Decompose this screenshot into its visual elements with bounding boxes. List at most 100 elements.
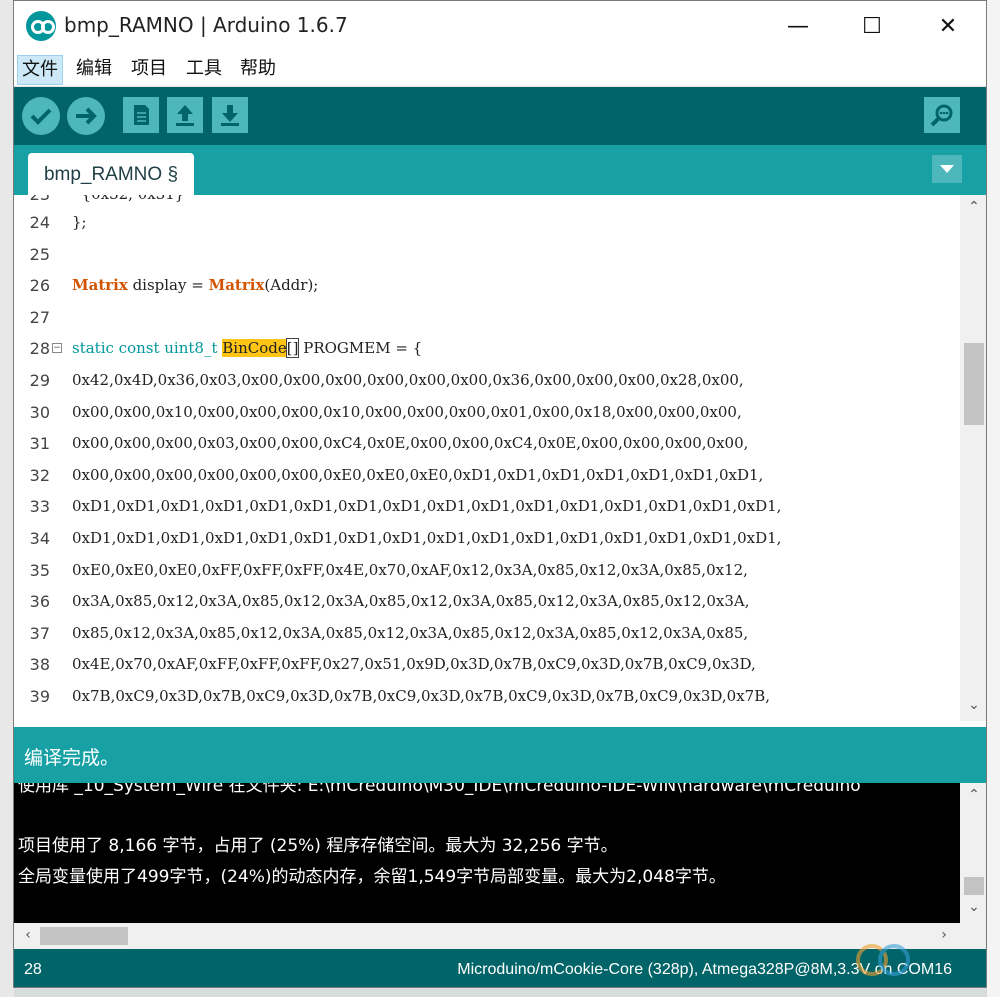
scrollbar-thumb[interactable] (964, 877, 984, 895)
upload-button[interactable] (67, 97, 105, 135)
code-text: 0x00,0x00,0x10,0x00,0x00,0x00,0x10,0x00,… (72, 402, 742, 421)
console-output: 使用库 _10_System_Wire 在文件夹: E:\mCreduino\M… (14, 783, 960, 923)
code-token: (Addr); (264, 276, 319, 295)
code-line: 24 }; (14, 207, 960, 239)
code-text: 0x3A,0x85,0x12,0x3A,0x85,0x12,0x3A,0x85,… (72, 592, 750, 611)
line-number: 29 (29, 371, 50, 390)
open-icon (176, 105, 194, 126)
scrollbar-thumb[interactable] (40, 927, 128, 945)
code-text: 0x4E,0x70,0xAF,0xFF,0xFF,0xFF,0x27,0x51,… (72, 655, 756, 674)
code-text: 0x7B,0xC9,0x3D,0x7B,0xC9,0x3D,0x7B,0xC9,… (72, 687, 771, 705)
minimize-button[interactable]: — (776, 9, 820, 45)
code-line: 28 − static const uint8_t BinCode[] PROG… (14, 333, 960, 365)
code-text: 0x85,0x12,0x3A,0x85,0x12,0x3A,0x85,0x12,… (72, 623, 749, 642)
maximize-button[interactable]: ☐ (850, 9, 894, 45)
line-number: 27 (29, 307, 50, 327)
keyword-token: uint8_t (159, 339, 218, 358)
menu-edit[interactable]: 编辑 (72, 55, 116, 83)
menu-file[interactable]: 文件 (17, 55, 63, 85)
line-number: 33 (29, 497, 50, 517)
code-text: 0x42,0x4D,0x36,0x03,0x00,0x00,0x00,0x00,… (72, 371, 744, 389)
line-number: 39 (29, 687, 50, 706)
line-number: 36 (29, 592, 50, 612)
menu-tools[interactable]: 工具 (182, 55, 226, 83)
code-line: 35 0xE0,0xE0,0xE0,0xFF,0xFF,0xFF,0x4E,0x… (14, 555, 960, 587)
line-number: 40 (26, 713, 50, 721)
menu-help[interactable]: 帮助 (236, 55, 280, 83)
code-token: PROGMEM = { (298, 339, 423, 358)
title-bar: bmp_RAMNO | Arduino 1.6.7 — ☐ ✕ (14, 1, 986, 52)
toolbar (14, 87, 986, 145)
editor-scrollbar[interactable]: ⌃ ⌄ (960, 195, 986, 721)
status-bar: 编译完成。 (14, 727, 986, 783)
upload-icon (76, 107, 97, 125)
code-line: 31 0x00,0x00,0x00,0x03,0x00,0x00,0xC4,0x… (14, 428, 960, 460)
line-number: 34 (29, 529, 50, 548)
scroll-down-icon[interactable]: ⌄ (964, 697, 984, 713)
tab-bmp-ramno[interactable]: bmp_RAMNO § (28, 153, 194, 195)
line-number: 32 (29, 465, 50, 485)
menu-sketch[interactable]: 项目 (127, 55, 171, 83)
serial-monitor-icon (930, 104, 953, 127)
scroll-right-icon[interactable]: › (934, 927, 954, 943)
console-scrollbar[interactable]: ⌃ ⌄ (960, 783, 986, 923)
code-line: 40 0xC9,0x3D,0x7B,0xC9,0x3D,0x7B,0xC9,0x… (14, 713, 960, 721)
scrollbar-thumb[interactable] (964, 343, 984, 425)
verify-icon (30, 108, 52, 125)
code-text: 0xD1,0xD1,0xD1,0xD1,0xD1,0xD1,0xD1,0xD1,… (72, 497, 782, 516)
code-line: 36 0x3A,0x85,0x12,0x3A,0x85,0x12,0x3A,0x… (14, 586, 960, 618)
menu-bar: 文件 编辑 项目 工具 帮助 (14, 52, 986, 87)
line-number: 38 (29, 655, 50, 675)
class-token: Matrix (72, 276, 128, 295)
current-line-number: 28 (24, 961, 42, 978)
fold-toggle-icon[interactable]: − (52, 343, 62, 354)
bracket-token: [] (285, 338, 300, 359)
footer-bar: 28 Microduino/mCookie-Core (328p), Atmeg… (14, 949, 986, 987)
line-number: 31 (29, 434, 50, 454)
keyword-token: const (113, 339, 160, 358)
code-line: 33 0xD1,0xD1,0xD1,0xD1,0xD1,0xD1,0xD1,0x… (14, 491, 960, 523)
code-text: 0xE0,0xE0,0xE0,0xFF,0xFF,0xFF,0x4E,0x70,… (72, 560, 748, 579)
code-line: 30 0x00,0x00,0x10,0x00,0x00,0x00,0x10,0x… (14, 397, 960, 429)
scroll-up-icon[interactable]: ⌃ (964, 199, 984, 215)
status-message: 编译完成。 (24, 747, 120, 769)
code-line: 39 0x7B,0xC9,0x3D,0x7B,0xC9,0x3D,0x7B,0x… (14, 681, 960, 713)
line-number: 37 (29, 623, 50, 643)
line-number: 30 (29, 402, 50, 422)
code-token: display = (127, 276, 209, 295)
code-line: 37 0x85,0x12,0x3A,0x85,0x12,0x3A,0x85,0x… (14, 618, 960, 650)
code-line: 27 (14, 302, 960, 334)
arduino-window: bmp_RAMNO | Arduino 1.6.7 — ☐ ✕ 文件 编辑 项目… (13, 0, 987, 988)
background-right (987, 0, 1000, 997)
tab-bar: bmp_RAMNO § (14, 145, 986, 195)
code-text: 0xD1,0xD1,0xD1,0xD1,0xD1,0xD1,0xD1,0xD1,… (72, 529, 782, 547)
new-icon (134, 105, 149, 125)
code-line: 29 0x42,0x4D,0x36,0x03,0x00,0x00,0x00,0x… (14, 365, 960, 397)
watermark-logo-icon (856, 944, 910, 976)
serial-monitor-button[interactable] (924, 97, 960, 133)
code-line: 38 0x4E,0x70,0xAF,0xFF,0xFF,0xFF,0x27,0x… (14, 649, 960, 681)
close-button[interactable]: ✕ (926, 9, 970, 45)
open-button[interactable] (167, 97, 203, 133)
background-left (0, 0, 14, 997)
window-title: bmp_RAMNO | Arduino 1.6.7 (64, 13, 348, 37)
console-horizontal-scrollbar[interactable]: ‹ › (14, 923, 986, 949)
console-line: 项目使用了 8,166 字节，占用了 (25%) 程序存储空间。最大为 32,2… (18, 836, 618, 856)
scroll-down-icon[interactable]: ⌄ (964, 899, 984, 915)
code-line: 34 0xD1,0xD1,0xD1,0xD1,0xD1,0xD1,0xD1,0x… (14, 523, 960, 555)
code-text: Matrix display = Matrix(Addr); (72, 270, 318, 302)
highlighted-token: BinCode (222, 339, 287, 358)
new-button[interactable] (123, 97, 159, 133)
line-number: 26 (29, 276, 50, 296)
save-icon (221, 105, 239, 126)
console-line: 使用库 _10_System_Wire 在文件夹: E:\mCreduino\M… (18, 783, 861, 796)
verify-button[interactable] (22, 97, 60, 135)
code-text: }; (72, 213, 87, 231)
tab-menu-button[interactable] (932, 155, 962, 183)
code-text: 0xC9,0x3D,0x7B,0xC9,0x3D,0x7B,0xC9,0x3D,… (72, 713, 770, 721)
code-editor[interactable]: 23 {0x32, 0x31} 24 }; 25 26 Matrix displ… (14, 195, 960, 721)
save-button[interactable] (212, 97, 248, 133)
scroll-left-icon[interactable]: ‹ (18, 927, 38, 943)
scroll-up-icon[interactable]: ⌃ (964, 787, 984, 803)
code-line: 32 0x00,0x00,0x00,0x00,0x00,0x00,0xE0,0x… (14, 460, 960, 492)
